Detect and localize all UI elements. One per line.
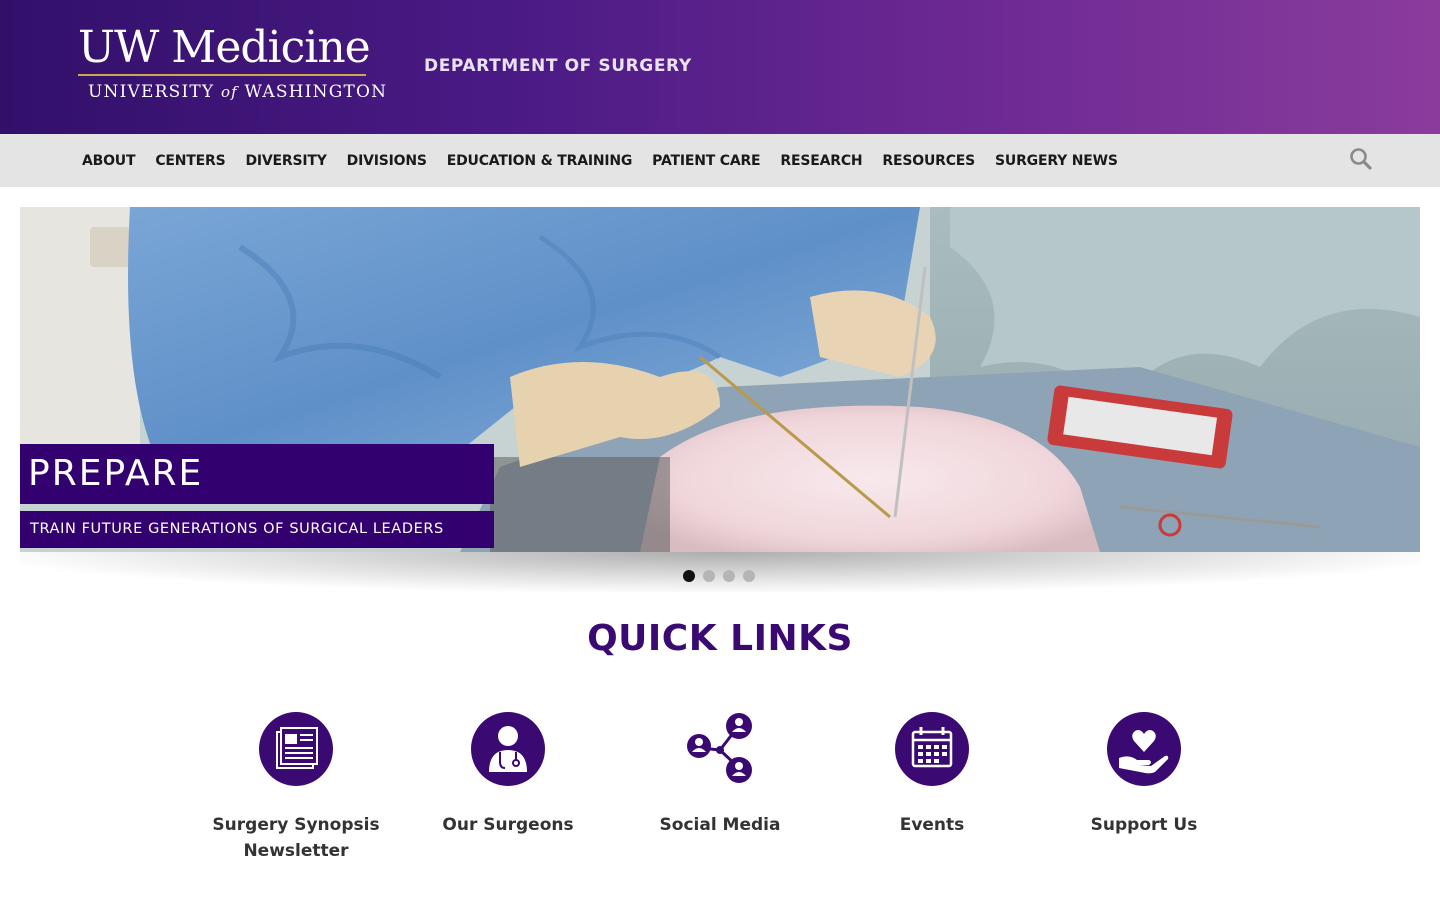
- main-navigation: ABOUT CENTERS DIVERSITY DIVISIONS EDUCAT…: [0, 134, 1440, 187]
- nav-item-diversity[interactable]: DIVERSITY: [245, 153, 326, 169]
- quick-link-social-media[interactable]: Social Media: [614, 710, 826, 838]
- logo-sub-pre: UNIVERSITY: [88, 82, 221, 102]
- nav-item-about[interactable]: ABOUT: [82, 153, 136, 169]
- nav-item-research[interactable]: RESEARCH: [780, 153, 862, 169]
- nav-item-resources[interactable]: RESOURCES: [882, 153, 975, 169]
- logo-university-line: UNIVERSITY of WASHINGTON: [78, 82, 386, 102]
- quick-link-label-line2: Newsletter: [243, 841, 349, 861]
- hero-caption-title: PREPARE: [20, 444, 494, 504]
- slider-dot-3[interactable]: [723, 570, 735, 582]
- quick-links-heading: QUICK LINKS: [587, 618, 853, 659]
- quick-link-label: Events: [899, 815, 965, 835]
- logo-wordmark: UW Medicine: [78, 22, 371, 73]
- nav-menu: ABOUT CENTERS DIVERSITY DIVISIONS EDUCAT…: [82, 134, 1138, 187]
- logo-gold-rule: [78, 74, 366, 76]
- quick-link-label: Surgery Synopsis Newsletter: [190, 812, 402, 864]
- quick-link-support-us[interactable]: Support Us: [1038, 710, 1250, 838]
- newspaper-icon: [259, 712, 333, 786]
- slider-dot-1[interactable]: [683, 570, 695, 582]
- nav-item-centers[interactable]: CENTERS: [155, 153, 225, 169]
- quick-link-label: Social Media: [659, 815, 781, 835]
- slider-pagination: [683, 570, 763, 582]
- search-button[interactable]: [1348, 146, 1374, 172]
- logo-sub-of: of: [220, 83, 238, 101]
- slider-dot-4[interactable]: [743, 570, 755, 582]
- quick-link-label: Support Us: [1090, 815, 1198, 835]
- surgeon-icon: [471, 712, 545, 786]
- heart-hand-icon: [1107, 712, 1181, 786]
- site-header: UW Medicine UNIVERSITY of WASHINGTON DEP…: [0, 0, 1440, 134]
- quick-link-our-surgeons[interactable]: Our Surgeons: [402, 710, 614, 838]
- hero-caption-subtitle: TRAIN FUTURE GENERATIONS OF SURGICAL LEA…: [20, 511, 494, 548]
- quick-link-surgery-synopsis[interactable]: Surgery Synopsis Newsletter: [190, 710, 402, 864]
- uw-medicine-logo[interactable]: UW Medicine UNIVERSITY of WASHINGTON: [78, 22, 386, 110]
- logo-sub-post: WASHINGTON: [237, 82, 388, 102]
- nav-item-education-training[interactable]: EDUCATION & TRAINING: [447, 153, 633, 169]
- social-network-icon: [687, 713, 752, 783]
- nav-item-divisions[interactable]: DIVISIONS: [347, 153, 427, 169]
- nav-item-patient-care[interactable]: PATIENT CARE: [652, 153, 760, 169]
- department-title[interactable]: DEPARTMENT OF SURGERY: [424, 56, 692, 76]
- quick-link-label: Our Surgeons: [442, 815, 574, 835]
- quick-link-events[interactable]: Events: [826, 710, 1038, 838]
- nav-item-surgery-news[interactable]: SURGERY NEWS: [995, 153, 1118, 169]
- calendar-icon: [895, 712, 969, 786]
- quick-link-label-line1: Surgery Synopsis: [212, 815, 380, 835]
- search-icon: [1350, 148, 1372, 170]
- slider-dot-2[interactable]: [703, 570, 715, 582]
